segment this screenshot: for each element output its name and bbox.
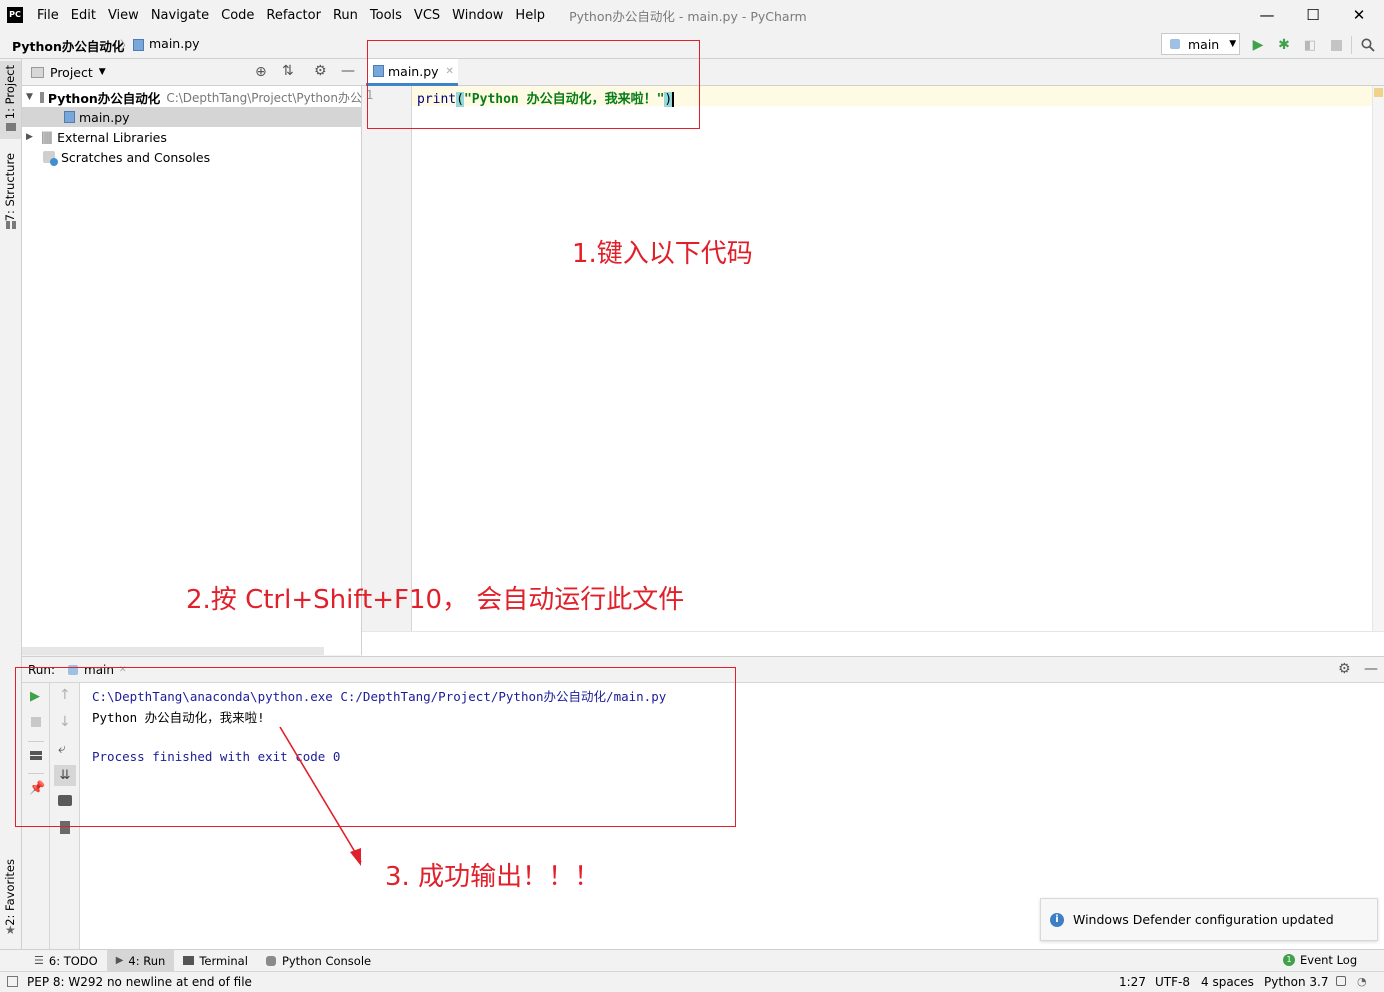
annotation-arrow (279, 726, 362, 866)
